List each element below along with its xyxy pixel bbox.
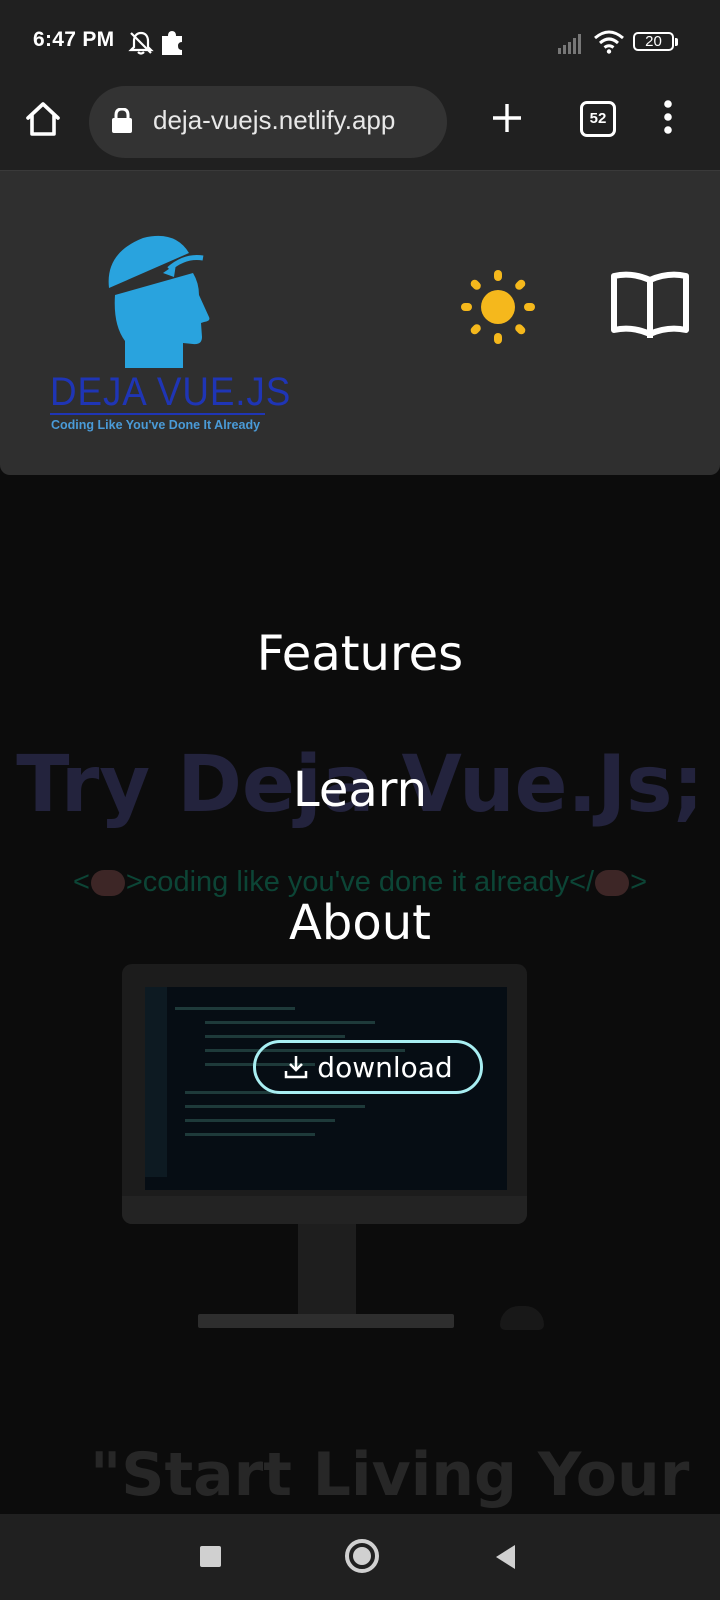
- tagline-close: >: [630, 866, 648, 898]
- monitor-chin: [122, 1196, 527, 1224]
- menu-item-features[interactable]: Features: [0, 626, 720, 682]
- lock-icon: [112, 108, 132, 133]
- url-text: deja-vuejs.netlify.app: [153, 105, 396, 135]
- code-line: [185, 1133, 315, 1136]
- system-nav-bar: [0, 1514, 720, 1600]
- more-vert-icon[interactable]: [662, 100, 674, 134]
- download-label: download: [317, 1050, 453, 1084]
- tab-count: 52: [589, 110, 607, 127]
- download-icon: [285, 1056, 308, 1079]
- battery-tip: [675, 38, 678, 46]
- code-line: [185, 1105, 365, 1108]
- code-line: [205, 1035, 345, 1038]
- battery-level: 20: [645, 33, 662, 50]
- brain-icon: [90, 870, 125, 896]
- screen: 6:47 PM 20 deja-vuejs.netlify.app 52 DEJ…: [0, 0, 720, 1600]
- brain-icon: [595, 870, 630, 896]
- site-header: DEJA VUE.JS Coding Like You've Done It A…: [0, 171, 720, 475]
- mouse-illustration: [500, 1306, 544, 1330]
- sun-icon[interactable]: [461, 270, 535, 344]
- tagline-text: >coding like you've done it already</: [125, 866, 595, 898]
- status-time: 6:47 PM: [33, 28, 115, 51]
- code-sidebar: [145, 987, 167, 1177]
- monitor-stand: [298, 1224, 356, 1314]
- home-circle-inner: [353, 1547, 371, 1565]
- logo-wordmark: DEJA VUE.JS: [50, 370, 292, 414]
- address-bar[interactable]: deja-vuejs.netlify.app: [89, 86, 447, 158]
- status-bar: 6:47 PM 20: [0, 0, 720, 86]
- browser-toolbar: deja-vuejs.netlify.app 52: [0, 86, 720, 171]
- logo-underline: [50, 413, 265, 415]
- tabs-icon[interactable]: 52: [580, 101, 616, 137]
- keyboard-illustration: [198, 1314, 454, 1328]
- menu-item-learn[interactable]: Learn: [0, 762, 720, 818]
- code-line: [205, 1021, 375, 1024]
- menu-item-about[interactable]: About: [0, 895, 720, 951]
- battery-icon: 20: [633, 32, 674, 51]
- logo-tagline: Coding Like You've Done It Already: [51, 418, 261, 432]
- bell-off-icon: [128, 31, 154, 55]
- back-triangle-icon[interactable]: [495, 1544, 517, 1570]
- wifi-icon: [594, 30, 624, 54]
- plus-icon[interactable]: [491, 102, 523, 134]
- puzzle-icon: [162, 31, 182, 55]
- quote-heading: "Start Living Your: [90, 1440, 690, 1510]
- code-line: [185, 1119, 335, 1122]
- code-line: [185, 1091, 275, 1094]
- logo-head-icon[interactable]: [103, 233, 211, 368]
- code-line: [175, 1007, 295, 1010]
- home-icon[interactable]: [24, 101, 62, 137]
- book-icon[interactable]: [608, 268, 692, 344]
- tagline-open: <: [72, 866, 90, 898]
- signal-icon: [558, 34, 581, 54]
- home-circle-icon[interactable]: [345, 1539, 379, 1573]
- recents-square-icon[interactable]: [200, 1546, 221, 1567]
- download-button[interactable]: download: [253, 1040, 483, 1094]
